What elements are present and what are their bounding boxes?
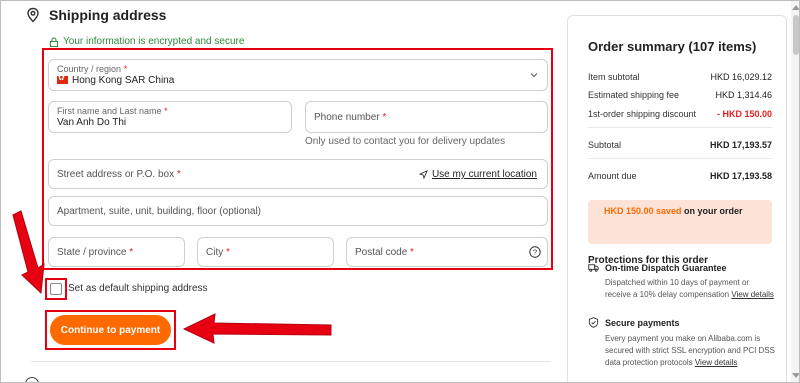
scrollbar-thumb[interactable] — [793, 15, 799, 55]
form-highlight-box — [42, 48, 553, 270]
security-note-text: Your information is encrypted and secure — [63, 36, 245, 47]
summary-divider — [588, 158, 772, 159]
checkbox-highlight-box — [45, 278, 67, 300]
summary-divider — [588, 127, 772, 128]
order-summary-title: Order summary (107 items) — [588, 39, 757, 54]
arrow-to-checkbox — [12, 210, 45, 295]
savings-banner: HKD 150.00 saved on your order — [588, 200, 772, 244]
truck-icon — [588, 264, 599, 272]
subtotal-row: Subtotal HKD 17,193.57 — [588, 140, 772, 150]
secure-payments-heading: Secure payments — [588, 317, 680, 328]
next-section-icon — [25, 377, 39, 382]
arrow-to-button — [182, 313, 332, 344]
default-address-label: Set as default shipping address — [68, 283, 208, 294]
security-note: Your information is encrypted and secure — [49, 36, 244, 47]
lock-icon — [50, 37, 58, 47]
dispatch-guarantee-text: Dispatched within 10 days of payment or … — [605, 278, 774, 299]
secure-view-details-link[interactable]: View details — [695, 358, 738, 367]
order-summary-panel: Order summary (107 items) Item subtotal H… — [567, 15, 787, 382]
button-highlight-box — [45, 310, 176, 350]
section-divider — [31, 361, 551, 362]
location-pin-icon — [27, 7, 39, 23]
shield-icon — [588, 317, 599, 328]
item-subtotal-row: Item subtotal HKD 16,029.12 — [588, 72, 772, 82]
scrollbar[interactable] — [791, 1, 799, 382]
shipping-fee-row: Estimated shipping fee HKD 1,314.46 — [588, 90, 772, 100]
scroll-down-arrow-icon[interactable] — [792, 373, 799, 378]
checkout-page: Shipping address Your information is enc… — [0, 0, 800, 383]
dispatch-view-details-link[interactable]: View details — [731, 290, 774, 299]
scroll-up-arrow-icon[interactable] — [792, 5, 799, 10]
amount-due-row: Amount due HKD 17,193.58 — [588, 171, 772, 181]
shipping-discount-row: 1st-order shipping discount - HKD 150.00 — [588, 109, 772, 119]
secure-payments-text: Every payment you make on Alibaba.com is… — [605, 334, 775, 367]
dispatch-guarantee-heading: On-time Dispatch Guarantee — [588, 262, 727, 273]
page-title: Shipping address — [49, 7, 167, 23]
